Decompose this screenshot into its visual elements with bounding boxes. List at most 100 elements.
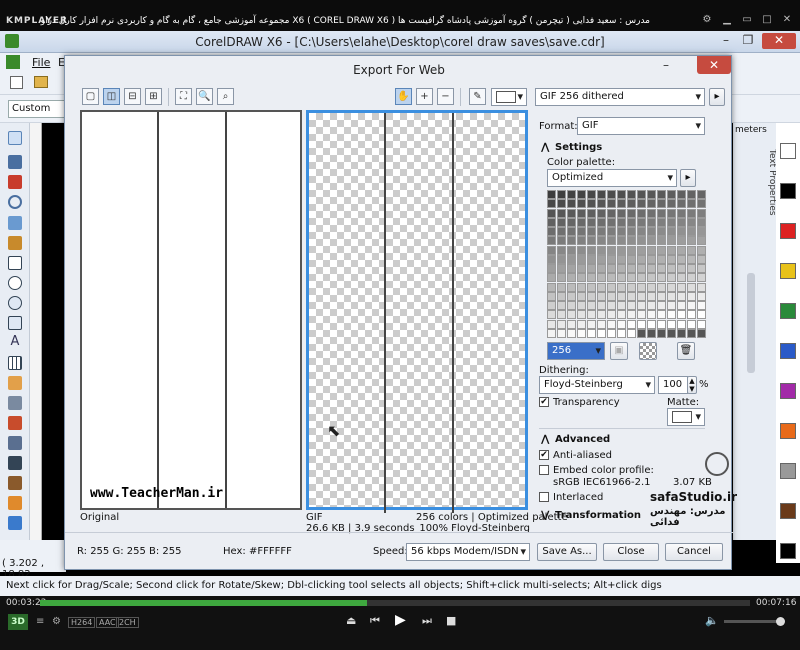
palette-cell[interactable] <box>687 291 696 301</box>
palette-cell[interactable] <box>567 217 576 227</box>
app-restore-button[interactable]: ❐ <box>738 33 758 49</box>
palette-cell[interactable] <box>637 236 646 246</box>
palette-cell[interactable] <box>547 227 556 236</box>
gif-preview[interactable]: ⬉ <box>306 110 528 513</box>
palette-cell[interactable] <box>567 273 576 283</box>
palette-cell[interactable] <box>627 310 636 320</box>
palette-cell[interactable] <box>577 199 586 209</box>
player-settings-icon[interactable]: ⚙ <box>700 14 714 26</box>
player-restore-icon[interactable]: ▭ <box>740 14 754 26</box>
palette-cell[interactable] <box>677 319 686 329</box>
palette-cell[interactable] <box>697 245 706 255</box>
palette-cell[interactable] <box>627 208 636 218</box>
palette-cell[interactable] <box>547 236 556 246</box>
palette-cell[interactable] <box>677 190 686 199</box>
palette-cell[interactable] <box>557 236 566 246</box>
palette-cell[interactable] <box>577 301 586 310</box>
embed-profile-label[interactable]: Embed color profile: <box>553 465 654 476</box>
palette-cell[interactable] <box>557 199 566 209</box>
original-preview[interactable]: www.TeacherMan.ir <box>80 110 302 510</box>
palette-cell[interactable] <box>647 208 656 218</box>
palette-cell[interactable] <box>557 217 566 227</box>
palette-cell[interactable] <box>607 273 616 283</box>
palette-cell[interactable] <box>557 273 566 283</box>
preset-menu-button[interactable]: ▸ <box>709 88 725 106</box>
palette-cell[interactable] <box>627 273 636 283</box>
zoom-in-icon[interactable]: + <box>416 88 433 105</box>
palette-cell[interactable] <box>637 328 646 338</box>
swatch-green[interactable] <box>780 303 796 319</box>
palette-cell[interactable] <box>697 301 706 310</box>
palette-cell[interactable] <box>607 190 616 199</box>
palette-cell[interactable] <box>607 227 616 236</box>
palette-cell[interactable] <box>567 328 576 338</box>
swatch-yellow[interactable] <box>780 263 796 279</box>
swatch-white[interactable] <box>780 143 796 159</box>
two-vertical-view-icon[interactable]: ◫ <box>103 88 120 105</box>
palette-cell[interactable] <box>567 291 576 301</box>
palette-cell[interactable] <box>587 310 596 320</box>
transparent-color-icon[interactable] <box>639 342 657 360</box>
palette-cell[interactable] <box>647 328 656 338</box>
swatch-black-bottom[interactable] <box>780 543 796 559</box>
palette-cell[interactable] <box>587 245 596 255</box>
palette-cell[interactable] <box>597 319 606 329</box>
palette-cell[interactable] <box>687 301 696 310</box>
palette-cell[interactable] <box>567 199 576 209</box>
palette-cell[interactable] <box>617 291 626 301</box>
eyedropper-icon[interactable]: ✎ <box>469 88 486 105</box>
palette-cell[interactable] <box>647 254 656 264</box>
palette-cell[interactable] <box>587 291 596 301</box>
open-folder-icon[interactable] <box>34 76 48 88</box>
palette-cell[interactable] <box>567 227 576 236</box>
eyedropper-color-swatch[interactable] <box>491 88 527 106</box>
zoom-out-icon[interactable]: − <box>437 88 454 105</box>
zoom-fit-icon[interactable]: ⌕ <box>217 88 234 105</box>
lock-color-icon[interactable]: ▣ <box>610 342 628 360</box>
palette-cell[interactable] <box>667 319 676 329</box>
interactive-fill-tool-icon[interactable] <box>8 516 22 530</box>
palette-cell[interactable] <box>637 227 646 236</box>
delete-color-icon[interactable]: 🗑 <box>677 342 695 360</box>
palette-cell[interactable] <box>587 199 596 209</box>
palette-cell[interactable] <box>617 282 626 292</box>
app-close-button[interactable]: ✕ <box>762 33 796 49</box>
palette-cell[interactable] <box>687 190 696 199</box>
palette-cell[interactable] <box>627 319 636 329</box>
palette-cell[interactable] <box>597 254 606 264</box>
palette-cell[interactable] <box>577 319 586 329</box>
palette-cell[interactable] <box>647 199 656 209</box>
palette-cell[interactable] <box>687 319 696 329</box>
swatch-blue[interactable] <box>780 343 796 359</box>
palette-cell[interactable] <box>547 264 556 273</box>
palette-cell[interactable] <box>667 282 676 292</box>
crop-tool-icon[interactable] <box>8 175 22 189</box>
palette-cell[interactable] <box>547 301 556 310</box>
palette-cell[interactable] <box>657 282 666 292</box>
palette-cell[interactable] <box>567 208 576 218</box>
advanced-section-title[interactable]: Advanced <box>555 434 610 445</box>
palette-cell[interactable] <box>577 236 586 246</box>
fill-tool-icon[interactable] <box>8 496 22 510</box>
palette-cell[interactable] <box>557 301 566 310</box>
palette-cell[interactable] <box>597 291 606 301</box>
anti-aliased-label[interactable]: Anti-aliased <box>553 450 612 461</box>
palette-cell[interactable] <box>587 328 596 338</box>
palette-cell[interactable] <box>597 264 606 273</box>
palette-cell[interactable] <box>687 310 696 320</box>
palette-cell[interactable] <box>547 245 556 255</box>
palette-cell[interactable] <box>677 301 686 310</box>
palette-cell[interactable] <box>557 282 566 292</box>
palette-cell[interactable] <box>667 217 676 227</box>
table-tool-icon[interactable] <box>8 356 22 370</box>
palette-cell[interactable] <box>567 245 576 255</box>
palette-cell[interactable] <box>657 264 666 273</box>
palette-cell[interactable] <box>567 319 576 329</box>
matte-color-select[interactable] <box>667 408 705 426</box>
palette-cell[interactable] <box>577 227 586 236</box>
palette-cell[interactable] <box>687 254 696 264</box>
palette-cell[interactable] <box>547 310 556 320</box>
palette-cell[interactable] <box>557 208 566 218</box>
palette-cell[interactable] <box>577 291 586 301</box>
palette-cell[interactable] <box>587 190 596 199</box>
